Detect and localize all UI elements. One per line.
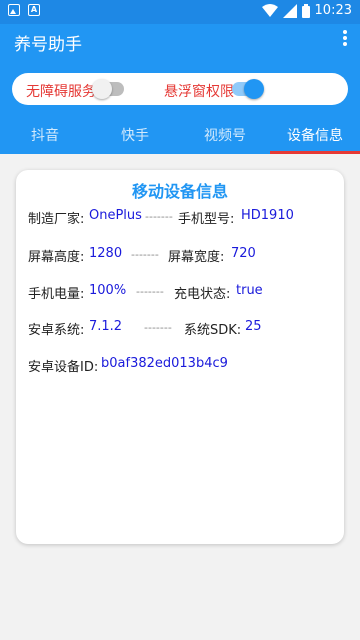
row-separator: -------	[145, 210, 173, 223]
battery-icon	[301, 3, 310, 18]
model-label: 手机型号:	[178, 212, 235, 227]
row-separator: -------	[136, 285, 164, 298]
row-separator: -------	[144, 321, 172, 334]
card-title: 移动设备信息	[131, 182, 228, 201]
app-bar: 养号助手 无障碍服务 悬浮窗权限 抖音 快手 视频号 设备信息	[0, 24, 360, 154]
overlay-label: 悬浮窗权限	[164, 84, 234, 100]
accessibility-label: 无障碍服务	[26, 84, 96, 100]
tab-bar: 抖音 快手 视频号 设备信息	[0, 123, 360, 154]
android-id-label: 安卓设备ID:	[28, 360, 99, 375]
accessibility-switch[interactable]	[92, 79, 124, 99]
sdk-label: 系统SDK:	[184, 323, 242, 338]
model-value: HD1910	[241, 208, 294, 223]
android-version-label: 安卓系统:	[28, 323, 85, 338]
battery-label: 手机电量:	[28, 287, 85, 302]
a-notification-icon: A	[28, 4, 40, 16]
manufacturer-value: OnePlus	[89, 208, 142, 223]
overlay-switch[interactable]	[232, 79, 264, 99]
android-id-value: b0af382ed013b4c9	[101, 356, 228, 371]
screen-height-value: 1280	[89, 246, 123, 261]
screen-height-label: 屏幕高度:	[28, 250, 85, 265]
device-info-card: 移动设备信息 制造厂家: OnePlus ------- 手机型号: HD191…	[16, 170, 344, 544]
sdk-value: 25	[245, 319, 262, 334]
screen-width-label: 屏幕宽度:	[168, 250, 225, 265]
overflow-menu-icon[interactable]	[342, 30, 348, 46]
status-bar: A 10:23	[0, 0, 360, 24]
row-separator: -------	[131, 248, 159, 261]
charging-value: true	[236, 283, 263, 298]
app-title: 养号助手	[14, 35, 82, 55]
wifi-icon	[261, 3, 278, 17]
charging-label: 充电状态:	[174, 287, 231, 302]
tab-kuaishou[interactable]: 快手	[90, 123, 180, 154]
signal-icon	[282, 3, 297, 18]
android-version-value: 7.1.2	[89, 319, 123, 334]
tab-douyin[interactable]: 抖音	[0, 123, 90, 154]
permissions-panel: 无障碍服务 悬浮窗权限	[12, 73, 348, 105]
battery-value: 100%	[89, 283, 127, 298]
tab-shipinhao[interactable]: 视频号	[180, 123, 270, 154]
tab-device-info[interactable]: 设备信息	[270, 123, 360, 154]
status-time: 10:23	[314, 3, 352, 18]
manufacturer-label: 制造厂家:	[28, 212, 85, 227]
image-notification-icon	[8, 4, 20, 16]
screen-width-value: 720	[231, 246, 256, 261]
